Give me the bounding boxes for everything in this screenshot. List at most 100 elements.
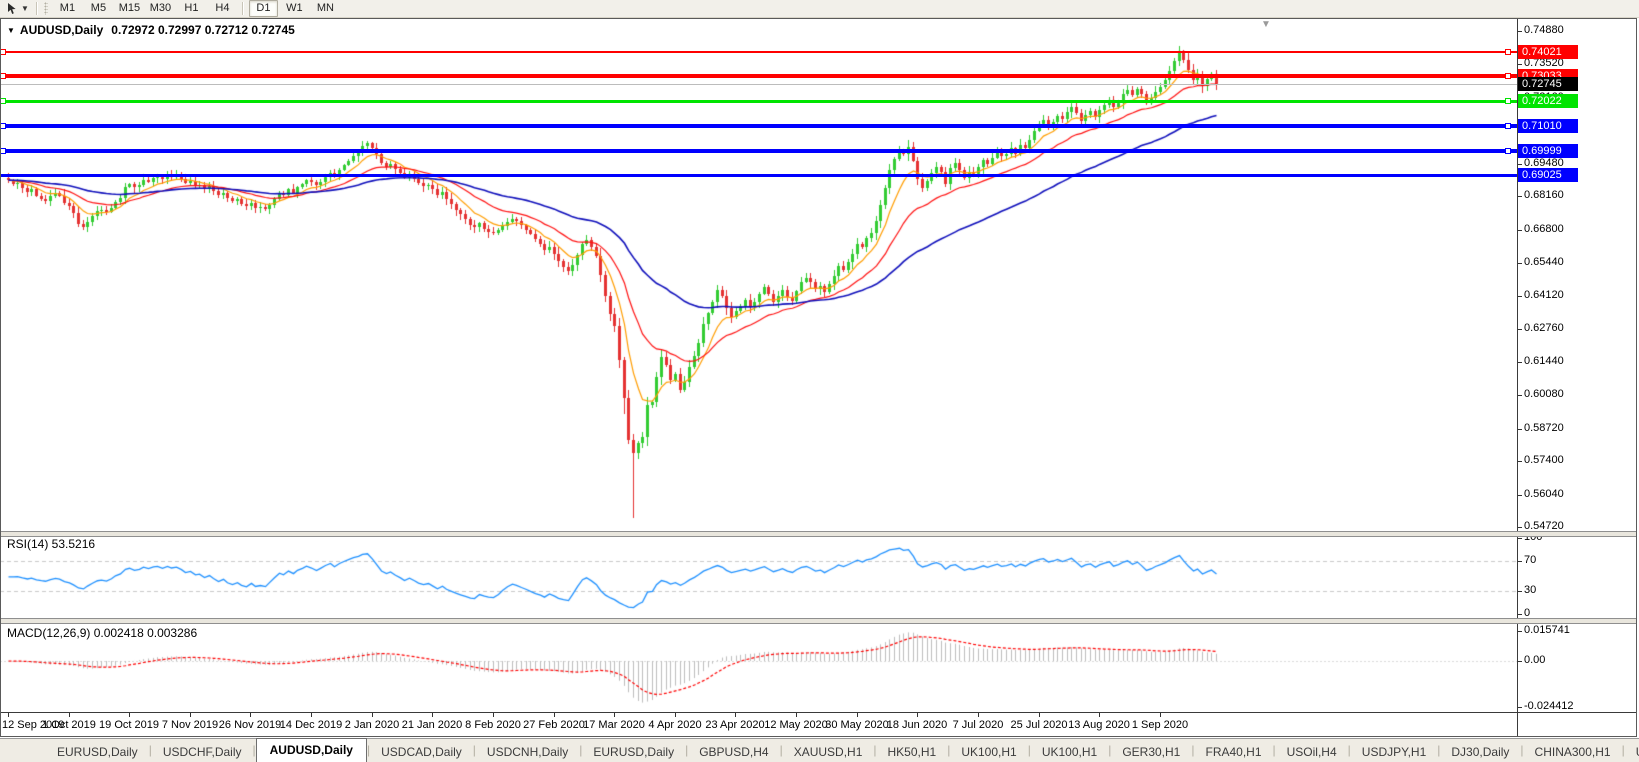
- chart-tab-dj30-daily[interactable]: DJ30,Daily: [1440, 743, 1520, 762]
- chart-shift-marker-icon[interactable]: ▼: [1261, 19, 1271, 30]
- macd-indicator-canvas[interactable]: [0, 623, 1517, 712]
- tab-separator: |: [252, 742, 256, 757]
- timeframe-toolbar: ▼ M1 M5 M15 M30 H1 H4 D1 W1 MN: [0, 0, 1639, 18]
- line-anchor-left[interactable]: [0, 98, 6, 104]
- rsi-tick-label: 30: [1524, 584, 1537, 596]
- timeframe-button-m15[interactable]: M15: [115, 0, 144, 17]
- current-price-line: [0, 84, 1517, 85]
- timeframe-button-w1[interactable]: W1: [280, 0, 309, 17]
- price-level-badge: 0.69025: [1518, 168, 1578, 182]
- chart-tab-audusd-daily[interactable]: AUDUSD,Daily: [255, 738, 367, 762]
- tab-separator: |: [873, 742, 877, 757]
- timeframe-button-h4[interactable]: H4: [208, 0, 237, 17]
- chart-tab-uk100-h1[interactable]: UK100,H1: [950, 743, 1027, 762]
- horizontal-level-line[interactable]: [0, 174, 1517, 177]
- price-tick-label: 0.65440: [1524, 256, 1564, 268]
- date-tick-label: 8 Feb 2020: [465, 719, 521, 731]
- main-chart-canvas[interactable]: [0, 19, 1517, 531]
- tab-separator: |: [779, 742, 783, 757]
- chart-tab-fra40-h1[interactable]: FRA40,H1: [1194, 743, 1272, 762]
- line-anchor-right[interactable]: [1505, 98, 1511, 104]
- tab-separator: |: [1272, 742, 1276, 757]
- date-tick-label: 21 Jan 2020: [401, 719, 463, 731]
- horizontal-level-line[interactable]: [0, 51, 1517, 53]
- line-anchor-left[interactable]: [0, 73, 6, 79]
- date-tick-mark: [675, 713, 676, 717]
- date-tick-mark: [978, 713, 979, 717]
- date-tick-label: 7 Nov 2019: [161, 719, 219, 731]
- chart-tab-gbpusd-h4[interactable]: GBPUSD,H4: [688, 743, 779, 762]
- line-anchor-left[interactable]: [0, 148, 6, 154]
- chart-tab-usoil-h4[interactable]: USOil,H4: [1276, 743, 1348, 762]
- chevron-down-icon[interactable]: ▼: [21, 4, 29, 13]
- date-tick-label: 26 Nov 2019: [218, 719, 282, 731]
- toolbar-separator: [241, 2, 244, 15]
- timeframe-button-d1[interactable]: D1: [248, 0, 278, 17]
- current-price-badge: 0.72745: [1518, 77, 1578, 91]
- timeframe-button-m5[interactable]: M5: [84, 0, 113, 17]
- tab-separator: |: [366, 742, 371, 757]
- horizontal-level-line[interactable]: [0, 124, 1517, 128]
- line-anchor-left[interactable]: [0, 123, 6, 129]
- macd-tick-label: 0.00: [1524, 654, 1546, 666]
- pane-separator-main-rsi[interactable]: [1, 531, 1637, 537]
- date-tick-label: 14 Dec 2019: [279, 719, 343, 731]
- timeframe-button-mn[interactable]: MN: [311, 0, 340, 17]
- pane-separator-rsi-macd[interactable]: [1, 618, 1637, 624]
- chart-tab-ger30-h1[interactable]: GER30,H1: [1111, 743, 1191, 762]
- chart-tab-usdcnh-daily[interactable]: USDCNH,Daily: [476, 743, 579, 762]
- line-anchor-right[interactable]: [1505, 148, 1511, 154]
- timeframe-button-m30[interactable]: M30: [146, 0, 175, 17]
- price-level-badge: 0.69999: [1518, 144, 1578, 158]
- price-tick-label: 0.60080: [1524, 388, 1564, 400]
- tab-separator: |: [1437, 742, 1441, 757]
- toolbar-separator: [35, 2, 38, 15]
- horizontal-level-line[interactable]: [0, 149, 1517, 153]
- tab-separator: |: [1027, 742, 1031, 757]
- line-anchor-right[interactable]: [1505, 73, 1511, 79]
- date-tick-label: 1 Sep 2020: [1131, 719, 1189, 731]
- chart-tab-eurusd-daily[interactable]: EURUSD,Daily: [46, 743, 149, 762]
- line-anchor-left[interactable]: [0, 49, 6, 55]
- price-tick-label: 0.66800: [1524, 223, 1564, 235]
- price-tick-label: 0.62760: [1524, 322, 1564, 334]
- timeframe-button-h1[interactable]: H1: [177, 0, 206, 17]
- date-tick-mark: [554, 713, 555, 717]
- chart-tab-usoil-h1[interactable]: USOil,H1: [1625, 743, 1639, 762]
- chart-tab-hk50-h1[interactable]: HK50,H1: [877, 743, 948, 762]
- date-tick-label: 25 Jul 2020: [1010, 719, 1068, 731]
- chart-tab-eurusd-daily[interactable]: EURUSD,Daily: [582, 743, 685, 762]
- horizontal-level-line[interactable]: [0, 74, 1517, 78]
- date-tick-mark: [796, 713, 797, 717]
- chart-symbol-period: AUDUSD,Daily: [19, 23, 104, 37]
- chart-tab-xauusd-h1[interactable]: XAUUSD,H1: [783, 743, 874, 762]
- tab-separator: |: [1108, 742, 1112, 757]
- chart-tab-bar: EURUSD,Daily | USDCHF,Daily | AUDUSD,Daily | U…: [0, 738, 1639, 762]
- chart-tab-usdchf-daily[interactable]: USDCHF,Daily: [152, 743, 253, 762]
- chart-ohlc-values: 0.72972 0.72997 0.72712 0.72745: [111, 23, 295, 37]
- toolbar-grip-handle[interactable]: [43, 2, 48, 15]
- date-tick-mark: [129, 713, 130, 717]
- cursor-tool-icon[interactable]: [4, 2, 20, 16]
- tab-separator: |: [685, 742, 689, 757]
- collapse-triangle-icon[interactable]: ▼: [7, 26, 15, 35]
- macd-tick-label: 0.015741: [1524, 624, 1570, 636]
- chart-tab-usdjpy-h1[interactable]: USDJPY,H1: [1351, 743, 1437, 762]
- tab-separator: |: [947, 742, 951, 757]
- horizontal-level-line[interactable]: [0, 100, 1517, 103]
- chart-title: ▼ AUDUSD,Daily 0.72972 0.72997 0.72712 0.7…: [7, 23, 295, 37]
- price-tick-label: 0.74880: [1524, 24, 1564, 36]
- date-tick-mark: [250, 713, 251, 717]
- date-tick-label: 18 Jun 2020: [886, 719, 948, 731]
- date-tick-mark: [493, 713, 494, 717]
- chart-tab-usdcad-daily[interactable]: USDCAD,Daily: [370, 743, 473, 762]
- timeframe-button-m1[interactable]: M1: [53, 0, 82, 17]
- line-anchor-right[interactable]: [1505, 123, 1511, 129]
- price-tick-label: 0.68160: [1524, 189, 1564, 201]
- date-tick-label: 27 Feb 2020: [523, 719, 585, 731]
- rsi-indicator-canvas[interactable]: [0, 534, 1517, 619]
- chart-tab-uk100-h1[interactable]: UK100,H1: [1031, 743, 1108, 762]
- line-anchor-right[interactable]: [1505, 49, 1511, 55]
- date-tick-mark: [311, 713, 312, 717]
- chart-tab-china300-h1[interactable]: CHINA300,H1: [1524, 743, 1622, 762]
